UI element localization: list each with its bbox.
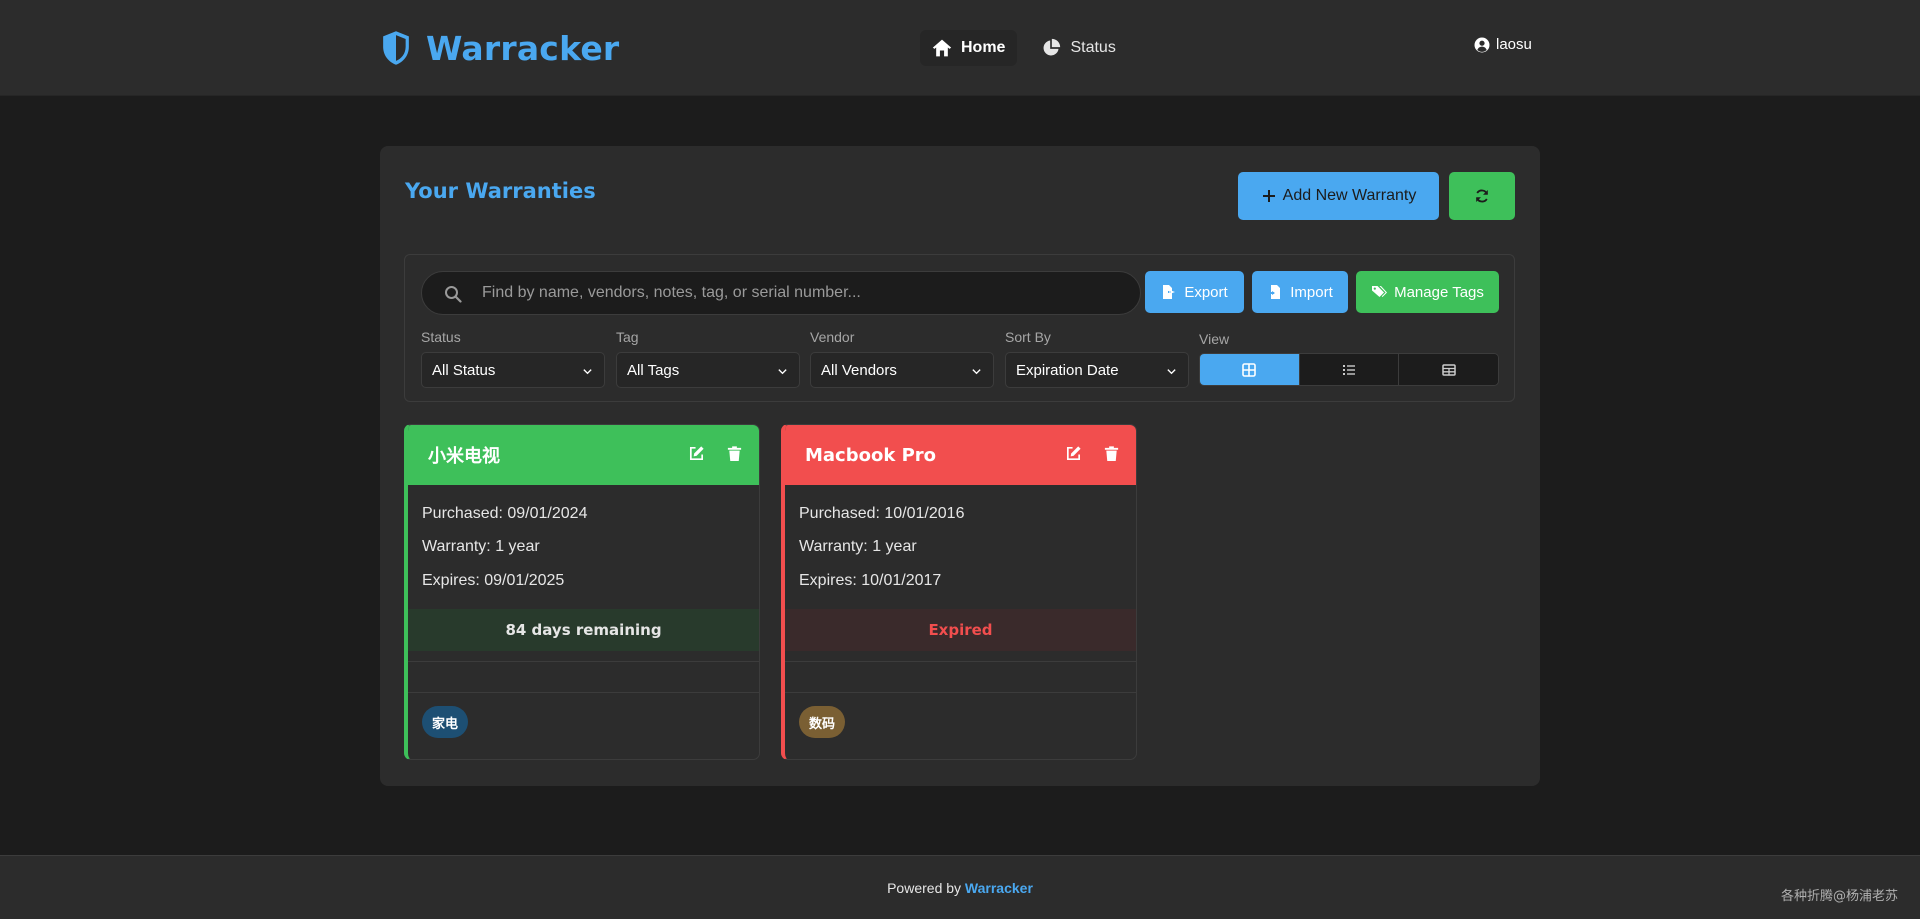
status-filter-label: Status <box>421 329 461 345</box>
card-title: Macbook Pro <box>805 444 937 466</box>
nav-home[interactable]: Home <box>920 30 1018 66</box>
pie-chart-icon <box>1044 38 1061 56</box>
status-filter-value: All Status <box>432 361 496 379</box>
footer-credit: Powered by Warracker <box>0 880 1920 896</box>
tag-filter-label: Tag <box>616 329 639 345</box>
search-input[interactable] <box>482 272 1122 314</box>
vendor-filter-value: All Vendors <box>821 361 897 379</box>
view-label: View <box>1199 331 1230 347</box>
warranty-length: Warranty: 1 year <box>422 538 540 555</box>
warranty-length: Warranty: 1 year <box>799 538 917 555</box>
tags-icon <box>1372 286 1388 297</box>
expiry-date: Expires: 10/01/2017 <box>799 572 942 589</box>
edit-icon[interactable] <box>1065 445 1082 462</box>
user-circle-icon <box>1474 37 1490 52</box>
status-filter-select[interactable]: All Status <box>421 352 605 388</box>
user-menu[interactable]: laosu <box>1474 36 1532 53</box>
tag-filter-value: All Tags <box>627 361 680 379</box>
divider <box>408 692 759 693</box>
warranties-panel: Your Warranties Add New Warranty Find by… <box>380 146 1540 786</box>
footer-link[interactable]: Warracker <box>965 880 1033 896</box>
edit-icon[interactable] <box>688 445 705 462</box>
list-view-button[interactable] <box>1298 354 1399 385</box>
card-title: 小米电视 <box>428 446 500 467</box>
trash-icon[interactable] <box>726 445 743 462</box>
filter-bar: Export Import Manage Tags Status All Sta… <box>404 254 1515 402</box>
divider <box>785 661 1136 662</box>
watermark: 各种折腾@杨浦老苏 <box>1780 889 1898 904</box>
view-switcher <box>1199 353 1499 386</box>
refresh-icon <box>1476 189 1488 203</box>
divider <box>408 661 759 662</box>
shield-icon <box>383 31 409 65</box>
chevron-down-icon <box>972 369 981 375</box>
grid-icon <box>1242 362 1257 377</box>
purchase-date: Purchased: 10/01/2016 <box>799 505 965 522</box>
card-actions <box>1065 445 1120 462</box>
sort-select[interactable]: Expiration Date <box>1005 352 1189 388</box>
export-button[interactable]: Export <box>1145 271 1244 313</box>
import-label: Import <box>1290 283 1333 301</box>
card-actions <box>688 445 743 462</box>
top-navbar: Warracker Home Status laosu <box>0 0 1920 96</box>
sort-label: Sort By <box>1005 329 1051 345</box>
trash-icon[interactable] <box>1103 445 1120 462</box>
nav-status[interactable]: Status <box>1029 30 1127 66</box>
search-icon <box>445 286 462 303</box>
status-badge: 84 days remaining <box>408 609 759 651</box>
divider <box>785 692 1136 693</box>
brand-logo[interactable]: Warracker <box>380 28 619 68</box>
vendor-filter-select[interactable]: All Vendors <box>810 352 994 388</box>
tag-chip: 数码 <box>799 706 846 738</box>
status-badge: Expired <box>785 609 1136 651</box>
import-button[interactable]: Import <box>1252 271 1348 313</box>
expiry-date: Expires: 09/01/2025 <box>422 572 565 589</box>
vendor-filter-label: Vendor <box>810 329 855 345</box>
main-nav: Home Status <box>920 30 1128 66</box>
brand-name: Warracker <box>426 28 620 68</box>
chevron-down-icon <box>1167 369 1176 375</box>
table-view-button[interactable] <box>1398 354 1498 385</box>
search-box <box>421 271 1141 315</box>
nav-status-label: Status <box>1070 39 1116 56</box>
sort-value: Expiration Date <box>1016 361 1119 379</box>
manage-tags-button[interactable]: Manage Tags <box>1356 271 1499 313</box>
purchase-date: Purchased: 09/01/2024 <box>422 505 588 522</box>
card-header: Macbook Pro <box>785 425 1136 485</box>
list-icon <box>1343 364 1355 375</box>
file-export-icon <box>1163 285 1176 299</box>
add-warranty-button[interactable]: Add New Warranty <box>1238 172 1439 220</box>
file-import-icon <box>1269 285 1281 299</box>
add-warranty-label: Add New Warranty <box>1282 187 1417 204</box>
footer-prefix: Powered by <box>887 880 962 896</box>
manage-tags-label: Manage Tags <box>1394 283 1484 301</box>
tag-chip: 家电 <box>422 706 469 738</box>
home-icon <box>932 39 952 57</box>
nav-home-label: Home <box>961 39 1006 56</box>
warranty-card[interactable]: 小米电视 Purchased: 09/01/2024 Warranty: 1 y… <box>404 424 760 760</box>
footer: Powered by Warracker 各种折腾@杨浦老苏 <box>0 855 1920 919</box>
export-label: Export <box>1184 283 1228 301</box>
page-title: Your Warranties <box>405 179 596 203</box>
plus-icon <box>1262 190 1275 202</box>
tag-filter-select[interactable]: All Tags <box>616 352 800 388</box>
username: laosu <box>1496 36 1532 53</box>
table-icon <box>1441 363 1456 376</box>
grid-view-button[interactable] <box>1200 354 1299 385</box>
chevron-down-icon <box>583 369 592 375</box>
refresh-button[interactable] <box>1449 172 1515 220</box>
chevron-down-icon <box>778 369 787 375</box>
card-header: 小米电视 <box>408 425 759 485</box>
warranty-card[interactable]: Macbook Pro Purchased: 10/01/2016 Warran… <box>781 424 1137 760</box>
